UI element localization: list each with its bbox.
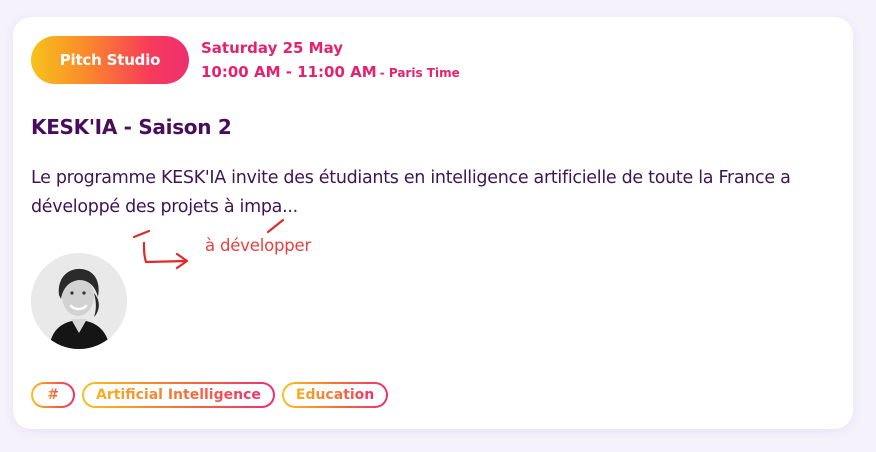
tag-label: Education (295, 387, 375, 403)
studio-label: Pitch Studio (59, 51, 161, 69)
event-time-row: 10:00 AM - 11:00 AM - Paris Time (201, 62, 460, 83)
studio-badge: Pitch Studio (31, 36, 189, 84)
event-timezone: - Paris Time (379, 66, 460, 80)
event-card[interactable]: Pitch Studio Saturday 25 May 10:00 AM - … (13, 17, 853, 429)
event-time: 10:00 AM - 11:00 AM (201, 63, 377, 81)
tag-chip-artificial-intelligence[interactable]: Artificial Intelligence (82, 382, 275, 408)
tag-label: # (47, 387, 59, 403)
event-date: Saturday 25 May (201, 39, 344, 57)
correction-note: à développer (205, 236, 312, 255)
tag-chip-hash[interactable]: # (31, 382, 75, 408)
tag-label: Artificial Intelligence (96, 387, 261, 403)
event-title[interactable]: KESK'IA - Saison 2 (31, 114, 232, 140)
speaker-portrait-icon (31, 253, 127, 349)
tag-chip-education[interactable]: Education (281, 382, 389, 408)
speaker-avatar[interactable] (31, 253, 127, 349)
tag-list: # Artificial Intelligence Education (31, 382, 389, 408)
